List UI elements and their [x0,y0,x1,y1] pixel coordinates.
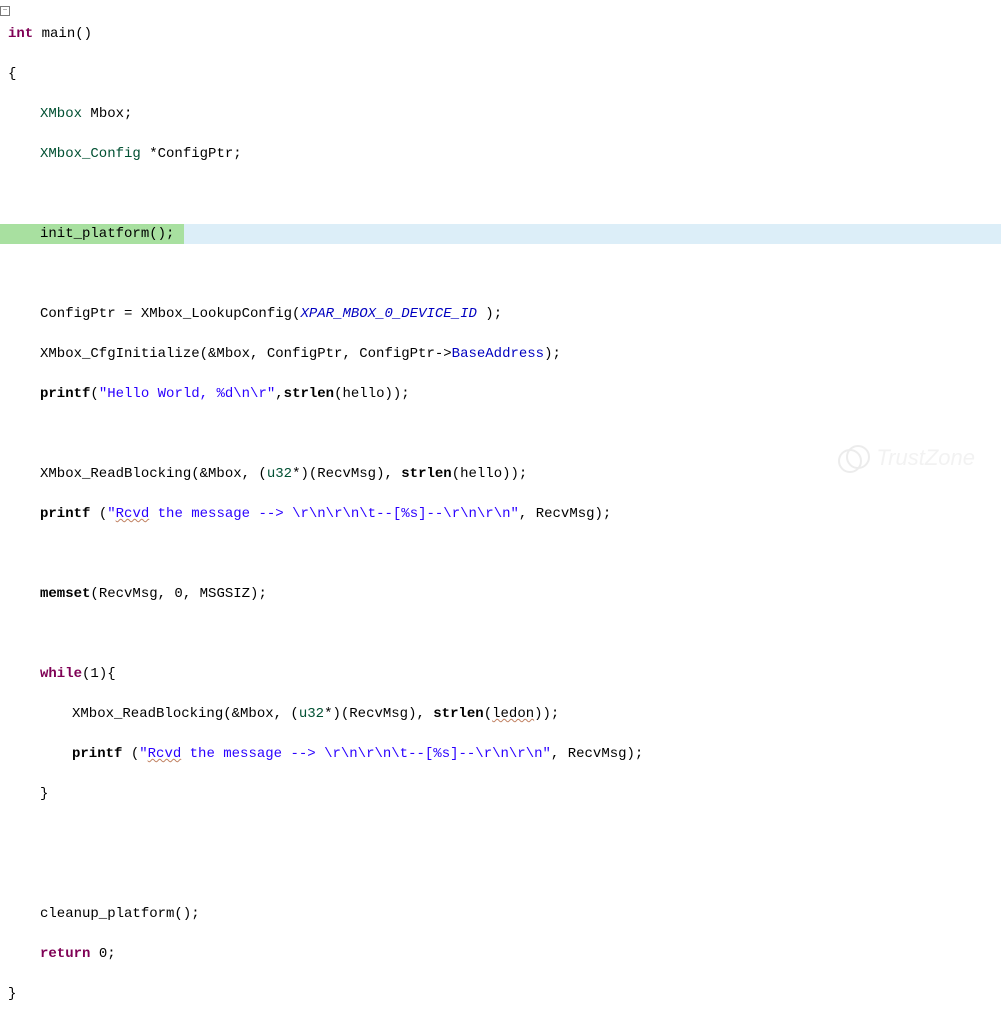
type-xmbox: XMbox [40,106,82,122]
field-baseaddress: BaseAddress [452,346,544,362]
func-printf: printf [40,386,90,402]
fold-marker[interactable]: − [0,6,10,16]
code-line: cleanup_platform(); [0,904,1001,924]
spell-error: Rcvd [148,746,182,762]
code-line: int main() [0,24,1001,44]
code-line: printf ("Rcvd the message --> \r\n\r\n\t… [0,744,1001,764]
spell-error: Rcvd [116,506,150,522]
code-line: printf("Hello World, %d\n\r",strlen(hell… [0,384,1001,404]
func-strlen: strlen [401,466,451,482]
type-xmbox-config: XMbox_Config [40,146,141,162]
code-editor: int main() { XMbox Mbox; XMbox_Config *C… [0,0,1001,1010]
keyword-return: return [40,946,90,962]
code-line: return 0; [0,944,1001,964]
blank-line [0,544,1001,564]
blank-line [0,184,1001,204]
code-line: XMbox Mbox; [0,104,1001,124]
code-line: while(1){ [0,664,1001,684]
watermark-text: TrustZone [876,448,975,468]
watermark: TrustZone [836,445,975,471]
func-memset: memset [40,586,90,602]
code-line: printf ("Rcvd the message --> \r\n\r\n\t… [0,504,1001,524]
code-line: ConfigPtr = XMbox_LookupConfig(XPAR_MBOX… [0,304,1001,324]
code-line: memset(RecvMsg, 0, MSGSIZ); [0,584,1001,604]
blank-line [0,624,1001,644]
code-line: { [0,64,1001,84]
string-literal: "Hello World, %d\n\r" [99,386,275,402]
blank-line [0,264,1001,284]
blank-line [0,824,1001,844]
code-line: } [0,784,1001,804]
blank-line [0,864,1001,884]
code-line: XMbox_CfgInitialize(&Mbox, ConfigPtr, Co… [0,344,1001,364]
func-strlen: strlen [284,386,334,402]
keyword-while: while [40,666,82,682]
keyword-int: int [8,26,33,42]
code-line: XMbox_ReadBlocking(&Mbox, (u32*)(RecvMsg… [0,704,1001,724]
func-printf: printf [72,746,122,762]
wechat-icon [836,445,866,471]
func-printf: printf [40,506,90,522]
spell-error: ledon [492,706,534,722]
code-line: XMbox_Config *ConfigPtr; [0,144,1001,164]
blank-line [0,424,1001,444]
highlighted-line: init_platform(); [0,224,1001,244]
code-line: } [0,984,1001,1004]
func-strlen: strlen [433,706,483,722]
